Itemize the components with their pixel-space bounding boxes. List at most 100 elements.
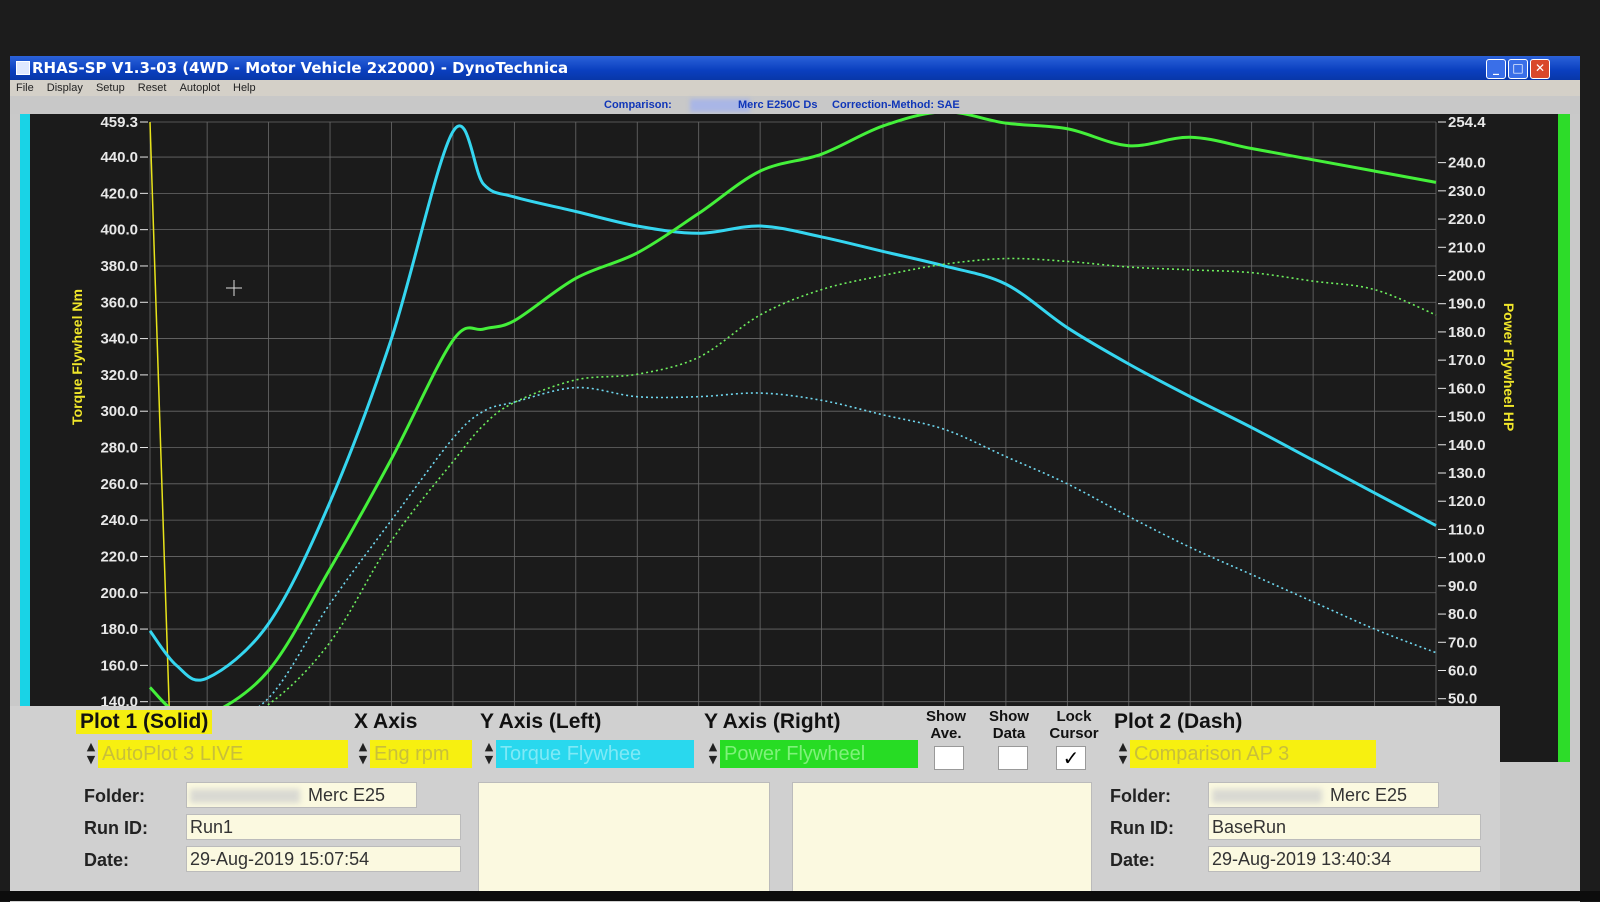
right-axis-title: Power Flywheel HP	[1501, 303, 1517, 431]
dyno-chart[interactable]: 2014220024002600280030003200340036003800…	[20, 114, 1570, 762]
y-right-spinner[interactable]: ▲ ▼	[706, 740, 720, 768]
left-tick-label: 220.0	[100, 548, 138, 565]
show-data-header: Show Data	[989, 708, 1029, 742]
series-line-solid-right	[148, 114, 1437, 721]
plot2-runid-label: Run ID:	[1110, 818, 1174, 838]
lock-cursor-header: Lock Cursor	[1049, 708, 1099, 742]
redacted-region	[190, 789, 300, 804]
plot2-header: Plot 2 (Dash)	[1114, 710, 1243, 733]
right-tick-label: 200.0	[1448, 267, 1486, 284]
series-line-solid-left	[148, 124, 1437, 682]
y-left-spinner[interactable]: ▲ ▼	[482, 740, 496, 768]
y-right-header: Y Axis (Right)	[704, 710, 841, 733]
plot2-folder-value: Merc E25	[1330, 785, 1408, 805]
menu-help[interactable]: Help	[233, 80, 256, 96]
menu-file[interactable]: File	[16, 80, 34, 96]
left-tick-label: 300.0	[100, 403, 138, 420]
right-tick-label: 150.0	[1448, 409, 1486, 426]
x-axis-header: X Axis	[354, 710, 418, 733]
menu-reset[interactable]: Reset	[138, 80, 167, 96]
left-axis-title: Torque Flywheel Nm	[69, 289, 85, 425]
plot1-runid-label: Run ID:	[84, 818, 148, 838]
plot1-source-spinner[interactable]: ▲ ▼	[84, 740, 98, 768]
monitor-bottom-edge	[0, 891, 1600, 901]
plot1-header: Plot 1 (Solid)	[76, 710, 213, 734]
left-tick-label: 160.0	[100, 657, 138, 674]
right-tick-label: 70.0	[1448, 634, 1477, 651]
x-axis-select[interactable]: Eng rpm	[370, 740, 472, 768]
plot1-folder-value: Merc E25	[308, 785, 386, 805]
comparison-info-bar: Comparison: Merc E250C Ds Correction-Met…	[10, 96, 1580, 114]
right-tick-label: 170.0	[1448, 352, 1486, 369]
right-tick-label: 240.0	[1448, 155, 1486, 172]
plot1-notes-box	[478, 782, 770, 894]
app-window: RHAS-SP V1.3-03 (4WD - Motor Vehicle 2x2…	[10, 56, 1580, 902]
right-tick-label: 190.0	[1448, 296, 1486, 313]
redacted-region	[1212, 789, 1322, 804]
left-tick-label: 200.0	[100, 585, 138, 602]
right-tick-label: 220.0	[1448, 211, 1486, 228]
title-bar[interactable]: RHAS-SP V1.3-03 (4WD - Motor Vehicle 2x2…	[10, 56, 1580, 80]
plot2-notes-box	[792, 782, 1092, 894]
left-tick-label: 360.0	[100, 294, 138, 311]
y-left-header: Y Axis (Left)	[480, 710, 602, 733]
right-tick-label: 230.0	[1448, 183, 1486, 200]
show-ave-header: Show Ave.	[926, 708, 966, 742]
show-ave-checkbox[interactable]	[934, 746, 964, 770]
right-tick-label: 120.0	[1448, 493, 1486, 510]
left-tick-label: 400.0	[100, 222, 138, 239]
series-line-dash-left	[149, 386, 1437, 734]
left-tick-label: 380.0	[100, 258, 138, 275]
right-tick-label: 180.0	[1448, 324, 1486, 341]
comparison-value: Merc E250C Ds	[738, 99, 818, 111]
app-icon	[16, 61, 30, 75]
menu-autoplot[interactable]: Autoplot	[180, 80, 220, 96]
plot2-source-spinner[interactable]: ▲ ▼	[1116, 740, 1130, 768]
window-title: RHAS-SP V1.3-03 (4WD - Motor Vehicle 2x2…	[32, 59, 569, 77]
plot2-source-select[interactable]: Comparison AP 3	[1130, 740, 1376, 768]
right-tick-label: 130.0	[1448, 465, 1486, 482]
correction-method: Correction-Method: SAE	[832, 99, 960, 111]
monitor-bezel: RHAS-SP V1.3-03 (4WD - Motor Vehicle 2x2…	[0, 0, 1600, 902]
left-tick-label: 180.0	[100, 621, 138, 638]
left-tick-label: 240.0	[100, 512, 138, 529]
plot2-folder-field: Merc E25	[1208, 782, 1439, 808]
plot1-date-field: 29-Aug-2019 15:07:54	[186, 846, 461, 872]
left-tick-label: 440.0	[100, 149, 138, 166]
right-tick-label: 80.0	[1448, 606, 1477, 623]
plot1-source-select[interactable]: AutoPlot 3 LIVE	[98, 740, 348, 768]
plot-area[interactable]: 2014220024002600280030003200340036003800…	[20, 114, 1570, 762]
menu-display[interactable]: Display	[47, 80, 83, 96]
show-data-checkbox[interactable]	[998, 746, 1028, 770]
left-tick-label: 280.0	[100, 440, 138, 457]
right-tick-label: 140.0	[1448, 437, 1486, 454]
plot2-folder-label: Folder:	[1110, 786, 1171, 806]
plot1-folder-field: Merc E25	[186, 782, 417, 808]
plot2-date-field: 29-Aug-2019 13:40:34	[1208, 846, 1481, 872]
right-tick-label: 254.4	[1448, 114, 1486, 131]
maximize-button[interactable]: □	[1508, 59, 1528, 79]
control-panel: Plot 1 (Solid) X Axis Y Axis (Left) Y Ax…	[10, 706, 1500, 902]
series-line-dash-right	[149, 257, 1437, 735]
right-tick-label: 160.0	[1448, 380, 1486, 397]
left-tick-label: 340.0	[100, 331, 138, 348]
lock-cursor-checkbox[interactable]: ✓	[1056, 746, 1086, 770]
left-tick-label: 459.3	[100, 114, 138, 131]
menu-bar: File Display Setup Reset Autoplot Help	[10, 80, 1580, 96]
plot1-date-label: Date:	[84, 850, 130, 870]
plot2-runid-field: BaseRun	[1208, 814, 1481, 840]
plot2-date-label: Date:	[1110, 850, 1156, 870]
y-right-select[interactable]: Power Flywheel	[720, 740, 918, 768]
comparison-label: Comparison:	[604, 99, 672, 111]
left-tick-label: 320.0	[100, 367, 138, 384]
minimize-button[interactable]: _	[1486, 59, 1506, 79]
start-marker-line	[149, 121, 171, 733]
x-axis-spinner[interactable]: ▲ ▼	[356, 740, 370, 768]
y-left-select[interactable]: Torque Flywhee	[496, 740, 694, 768]
close-button[interactable]: ✕	[1530, 59, 1550, 79]
right-tick-label: 210.0	[1448, 239, 1486, 256]
menu-setup[interactable]: Setup	[96, 80, 125, 96]
right-tick-label: 60.0	[1448, 662, 1477, 679]
plot1-runid-field: Run1	[186, 814, 461, 840]
plot1-folder-label: Folder:	[84, 786, 145, 806]
